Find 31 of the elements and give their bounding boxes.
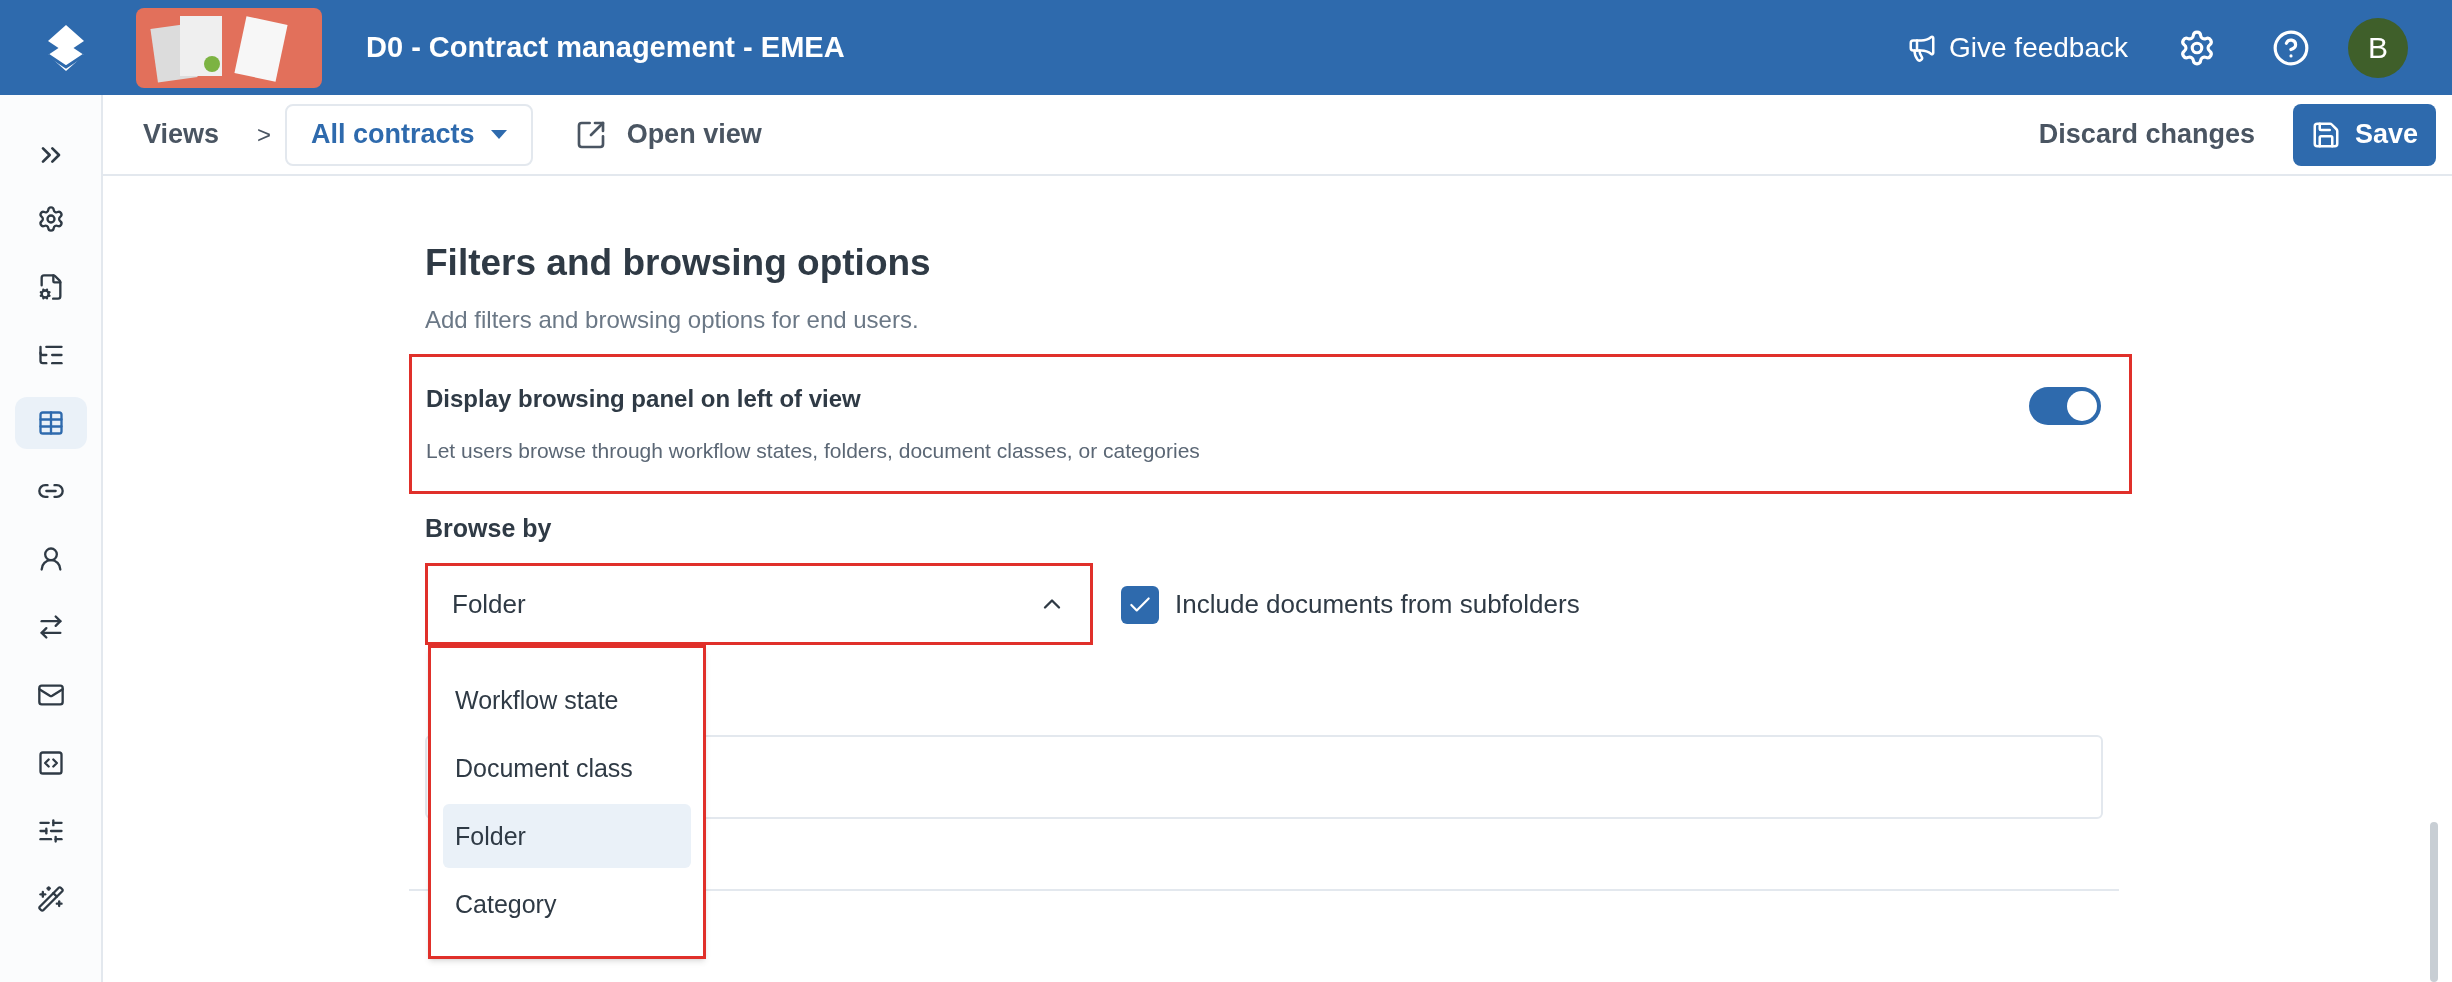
- help-icon[interactable]: [2272, 28, 2310, 67]
- browse-by-select[interactable]: Folder: [425, 563, 1093, 646]
- setting-label: Display browsing panel on left of view: [426, 384, 862, 415]
- magic-wand-icon: [36, 885, 65, 913]
- open-view-button[interactable]: Open view: [574, 114, 762, 155]
- dropdown-option[interactable]: Folder: [443, 804, 691, 869]
- code-icon: [36, 749, 65, 777]
- section-subtitle: Add filters and browsing options for end users.: [425, 305, 920, 336]
- dropdown-option[interactable]: Category: [443, 872, 691, 937]
- app-title: D0 - Contract management - EMEA: [366, 29, 845, 65]
- settings-icon[interactable]: [2178, 28, 2216, 67]
- checkbox[interactable]: [1121, 585, 1159, 624]
- table-icon: [36, 409, 65, 437]
- breadcrumb-link[interactable]: Views: [143, 114, 220, 155]
- section-title: Filters and browsing options: [425, 241, 932, 285]
- browse-by-label: Browse by: [425, 512, 553, 544]
- breadcrumb-separator: >: [257, 119, 272, 150]
- user-avatar[interactable]: B: [2348, 17, 2408, 78]
- sliders-icon: [36, 817, 65, 845]
- toggle-switch[interactable]: [2029, 387, 2101, 426]
- discard-button[interactable]: Discard changes: [2038, 114, 2255, 155]
- setting-description: Let users browse through workflow states, folders, document classes, or categories: [426, 438, 1201, 465]
- settings-icon: [36, 205, 65, 233]
- dropdown-option[interactable]: Document class: [443, 736, 691, 801]
- view-select[interactable]: All contracts: [285, 103, 533, 166]
- caret-icon: [490, 129, 507, 140]
- sidebar-item[interactable]: [14, 397, 87, 449]
- dropdown-option[interactable]: Workflow state: [443, 668, 691, 733]
- checkbox-label: Include documents from subfolders: [1175, 588, 1580, 622]
- feedback-button[interactable]: Give feedback: [1907, 26, 2128, 69]
- save-button[interactable]: Save: [2292, 103, 2436, 166]
